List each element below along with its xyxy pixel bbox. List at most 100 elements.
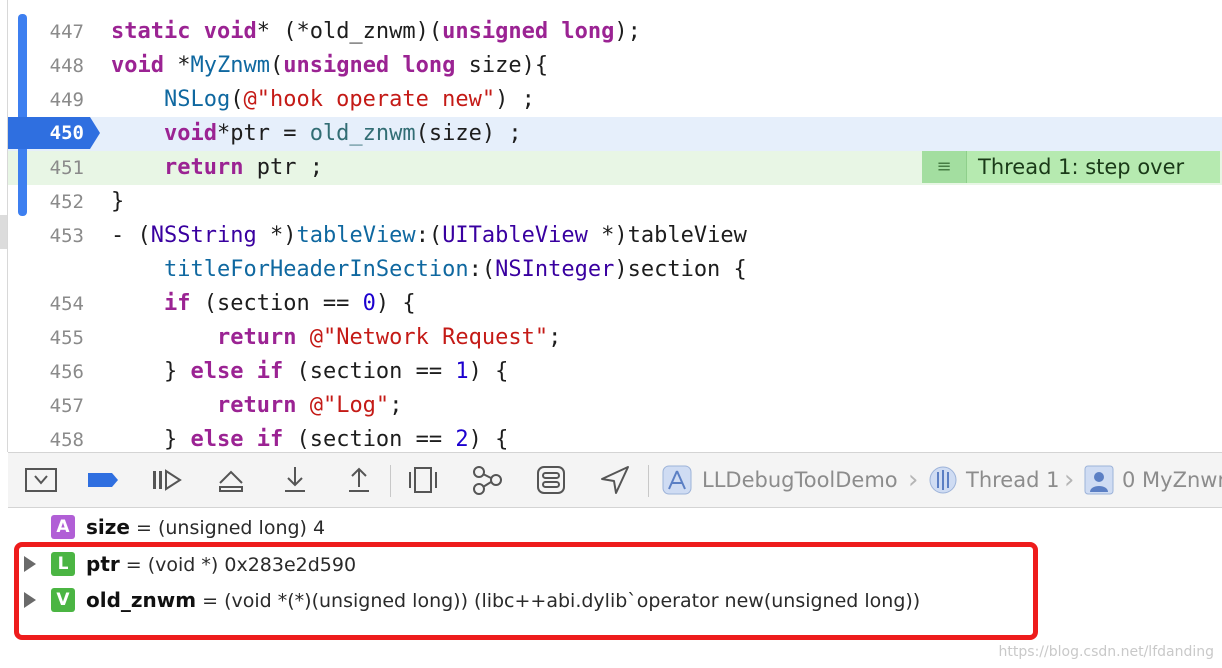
variable-value: = (unsigned long) 4 — [129, 517, 326, 539]
code-text: } else if (section == 1) { — [111, 355, 508, 389]
code-token: MyZnwm — [190, 53, 270, 78]
step-over-icon[interactable] — [214, 463, 248, 497]
code-token: ); — [614, 19, 641, 44]
source-editor[interactable]: 447 static void* (*old_znwm)(unsigned lo… — [0, 0, 1222, 452]
code-token: ) { — [468, 427, 509, 452]
code-text: static void* (*old_znwm)(unsigned long); — [111, 15, 641, 49]
code-token: :( — [415, 223, 443, 248]
code-token: *ptr = — [216, 121, 310, 146]
code-token: ) { — [468, 359, 509, 384]
view-hierarchy-icon[interactable] — [406, 463, 440, 497]
simulate-location-icon[interactable] — [598, 463, 632, 497]
code-token: long — [548, 19, 615, 44]
code-line[interactable]: titleForHeaderInSection:(NSInteger)secti… — [8, 253, 1222, 287]
code-line[interactable]: 448 void *MyZnwm(unsigned long size){ — [8, 49, 1222, 83]
line-number: 457 — [49, 395, 84, 417]
breakpoints-toggle-icon[interactable] — [86, 463, 120, 497]
variable-text: size = (unsigned long) 4 — [86, 510, 325, 545]
code-token: UITableView — [442, 223, 588, 248]
code-token: ( — [269, 53, 284, 78]
step-into-icon[interactable] — [278, 463, 312, 497]
code-token: if — [256, 359, 284, 384]
continue-icon[interactable] — [150, 463, 184, 497]
code-token: if — [163, 291, 191, 316]
code-line[interactable]: 458 } else if (section == 2) { — [8, 423, 1222, 452]
highlight-annotation-box — [14, 542, 1038, 640]
code-text: return ptr ; — [111, 151, 323, 185]
code-line[interactable]: 455 return @"Network Request"; — [8, 321, 1222, 355]
code-token: size){ — [455, 53, 549, 78]
code-token: :( — [468, 257, 496, 282]
code-token: ( — [230, 87, 244, 112]
code-text: NSLog(@"hook operate new") ; — [111, 83, 535, 117]
code-token: (section == — [283, 427, 456, 452]
breadcrumb-app[interactable]: LLDebugToolDemo — [702, 453, 898, 507]
code-token: * (*old_znwm)( — [256, 19, 443, 44]
breadcrumb-frame[interactable]: 0 MyZnwm — [1122, 453, 1222, 507]
code-token: ; — [389, 393, 403, 418]
code-token: NSInteger — [495, 257, 615, 282]
code-token: else — [190, 359, 244, 384]
code-token: 2 — [455, 427, 469, 452]
code-token: * — [163, 53, 191, 78]
code-token: } — [111, 359, 191, 384]
code-line[interactable]: 454 if (section == 0) { — [8, 287, 1222, 321]
line-number: 454 — [49, 293, 84, 315]
variable-name: size — [86, 515, 130, 539]
variable-kind-badge: A — [51, 515, 75, 539]
code-token: NSLog — [163, 87, 231, 112]
code-token: NSString — [150, 223, 257, 248]
window-edge — [0, 215, 7, 249]
thread-step-badge[interactable]: ≡ Thread 1: step over — [922, 151, 1220, 183]
code-token: @"hook operate new" — [243, 87, 496, 112]
code-token: (section == — [190, 291, 363, 316]
code-token: 1 — [455, 359, 469, 384]
thread-icon — [929, 466, 957, 494]
line-number: 455 — [49, 327, 84, 349]
code-token: return — [216, 325, 297, 350]
code-text: titleForHeaderInSection:(NSInteger)secti… — [111, 253, 747, 287]
variable-row[interactable]: A size = (unsigned long) 4 — [8, 510, 1208, 544]
code-token: ) { — [375, 291, 416, 316]
memory-graph-icon[interactable] — [470, 463, 504, 497]
code-token: unsigned — [442, 19, 549, 44]
line-number: 458 — [49, 429, 84, 451]
code-line[interactable]: 456 } else if (section == 1) { — [8, 355, 1222, 389]
code-text: } else if (section == 2) { — [111, 423, 508, 452]
stack-frame-icon — [1084, 465, 1114, 495]
code-line[interactable]: 453 - (NSString *)tableView:(UITableView… — [8, 219, 1222, 253]
breadcrumb-chevron-icon: › — [1064, 465, 1075, 495]
code-token: else — [190, 427, 244, 452]
breakpoint-range-indicator[interactable] — [18, 14, 27, 216]
code-line[interactable]: 457 return @"Log"; — [8, 389, 1222, 423]
code-line[interactable]: 449 NSLog(@"hook operate new") ; — [8, 83, 1222, 117]
program-counter-marker[interactable]: 450 — [8, 117, 100, 149]
step-out-icon[interactable] — [342, 463, 376, 497]
code-token: titleForHeaderInSection — [163, 257, 469, 282]
line-number: 456 — [49, 361, 84, 383]
hide-debug-area-icon[interactable] — [24, 463, 58, 497]
watermark-text: https://blog.csdn.net/lfdanding — [998, 644, 1214, 660]
code-line-current[interactable]: void*ptr = old_znwm(size) ; — [8, 117, 1222, 151]
code-token: long — [389, 53, 456, 78]
code-token: (section == — [283, 359, 456, 384]
code-line[interactable]: 452 } — [8, 185, 1222, 219]
code-token: ) ; — [495, 87, 535, 112]
environment-overrides-icon[interactable] — [534, 463, 568, 497]
thread-menu-icon[interactable]: ≡ — [922, 151, 967, 183]
code-token: *)tableView — [587, 223, 747, 248]
code-token: unsigned — [283, 53, 390, 78]
breadcrumb-thread[interactable]: Thread 1 — [966, 453, 1059, 507]
code-token: ptr ; — [243, 155, 323, 180]
code-text: void*ptr = old_znwm(size) ; — [111, 117, 522, 151]
code-text: } — [111, 185, 124, 219]
code-line[interactable]: 447 static void* (*old_znwm)(unsigned lo… — [8, 15, 1222, 49]
code-token: if — [256, 427, 284, 452]
